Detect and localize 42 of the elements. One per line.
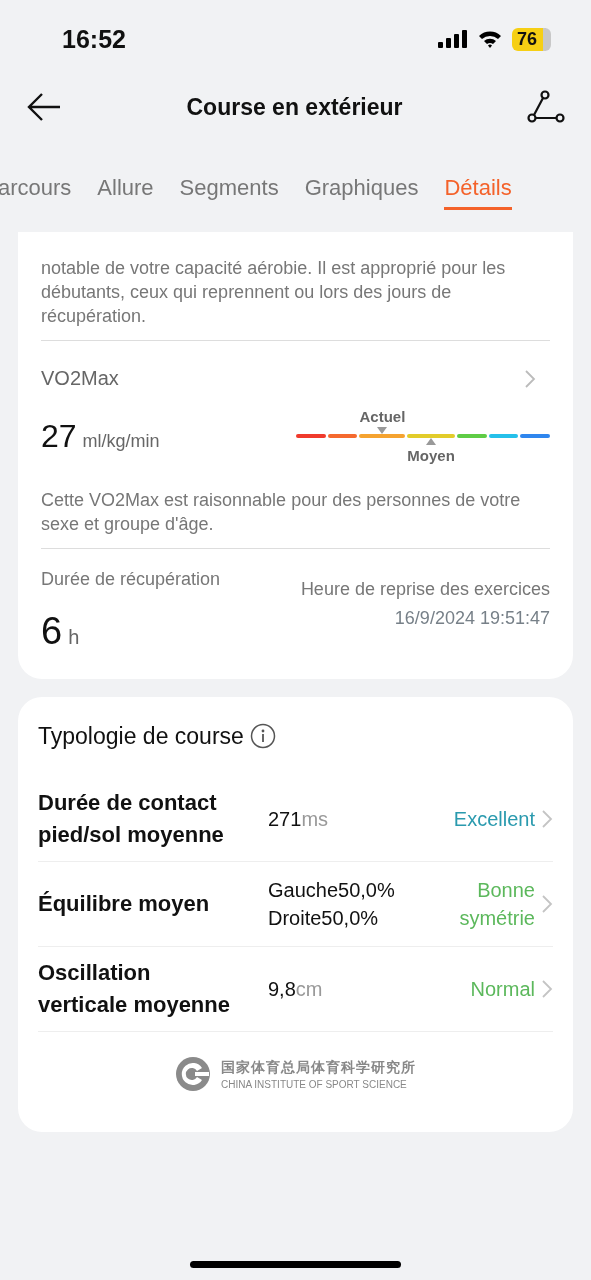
metric-value: 9,8cm <box>268 977 324 1002</box>
vo2max-description: Cette VO2Max est raisonnable pour des personnes de votre sexe et groupe d'âge. <box>41 489 522 536</box>
intro-text: notable de votre capacité aérobie. Il est approprié pour les débutants, ceux qui reprennent ou lors des jours de récupération. <box>41 257 507 328</box>
tab[interactable]: Allure <box>97 168 154 210</box>
signal-icon <box>437 30 468 48</box>
route-button[interactable] <box>527 90 565 124</box>
vo2max-title: VO2Max <box>41 367 119 390</box>
metric-value: Droite50,0% <box>268 906 380 931</box>
institute-name-english: CHINA INSTITUTE OF SPORT SCIENCE <box>221 1078 408 1090</box>
info-icon[interactable] <box>249 723 276 749</box>
metric-rating: Normal <box>469 977 535 1002</box>
institute-name: 国家体育总局体育科学研究所 <box>221 1058 416 1077</box>
section-title: Typologie de course <box>38 722 244 750</box>
metric-label: Durée de contact pied/sol moyenne <box>38 789 225 849</box>
resume-label: Heure de reprise des exercices <box>300 579 550 600</box>
tab[interactable]: Graphiques <box>304 168 419 210</box>
metric-value: Gauche50,0% <box>268 878 396 903</box>
chevron-icon <box>541 893 553 915</box>
recovery-label: Durée de récupération <box>41 569 221 590</box>
back-button[interactable] <box>26 92 62 122</box>
metric-rating: Bonne symétrie <box>458 878 535 931</box>
vo2max-unit: ml/kg/min <box>82 430 160 452</box>
metric-rating: Excellent <box>452 807 535 832</box>
wifi-icon <box>477 30 502 48</box>
metric-value: 271ms <box>268 807 330 832</box>
chevron-icon <box>541 808 553 830</box>
metric-row[interactable]: Équilibre moyen Gauche50,0% Droite50,0% Bonne symétrie <box>38 862 553 947</box>
metric-row[interactable]: Durée de contact pied/sol moyenne 271ms Excellent <box>38 777 553 862</box>
tab[interactable]: Détails <box>444 168 512 210</box>
page-title: Course en extérieur <box>186 93 403 121</box>
institute-logo <box>175 1056 211 1092</box>
metric-label: Oscillation verticale moyenne <box>38 959 230 1019</box>
battery-level: 76 <box>511 27 551 51</box>
recovery-unit: h <box>68 626 80 649</box>
recovery-value: 6 <box>41 610 63 653</box>
resume-time: 16/9/2024 19:51:47 <box>393 608 550 629</box>
metric-row[interactable]: Oscillation verticale moyenne 9,8cm Normal <box>38 947 553 1032</box>
vo2max-value: 27 <box>41 417 77 455</box>
chevron-icon <box>541 978 553 1000</box>
tab[interactable]: Segments <box>179 168 279 210</box>
metric-label: Équilibre moyen <box>38 890 211 918</box>
status-time: 16:52 <box>62 24 126 54</box>
